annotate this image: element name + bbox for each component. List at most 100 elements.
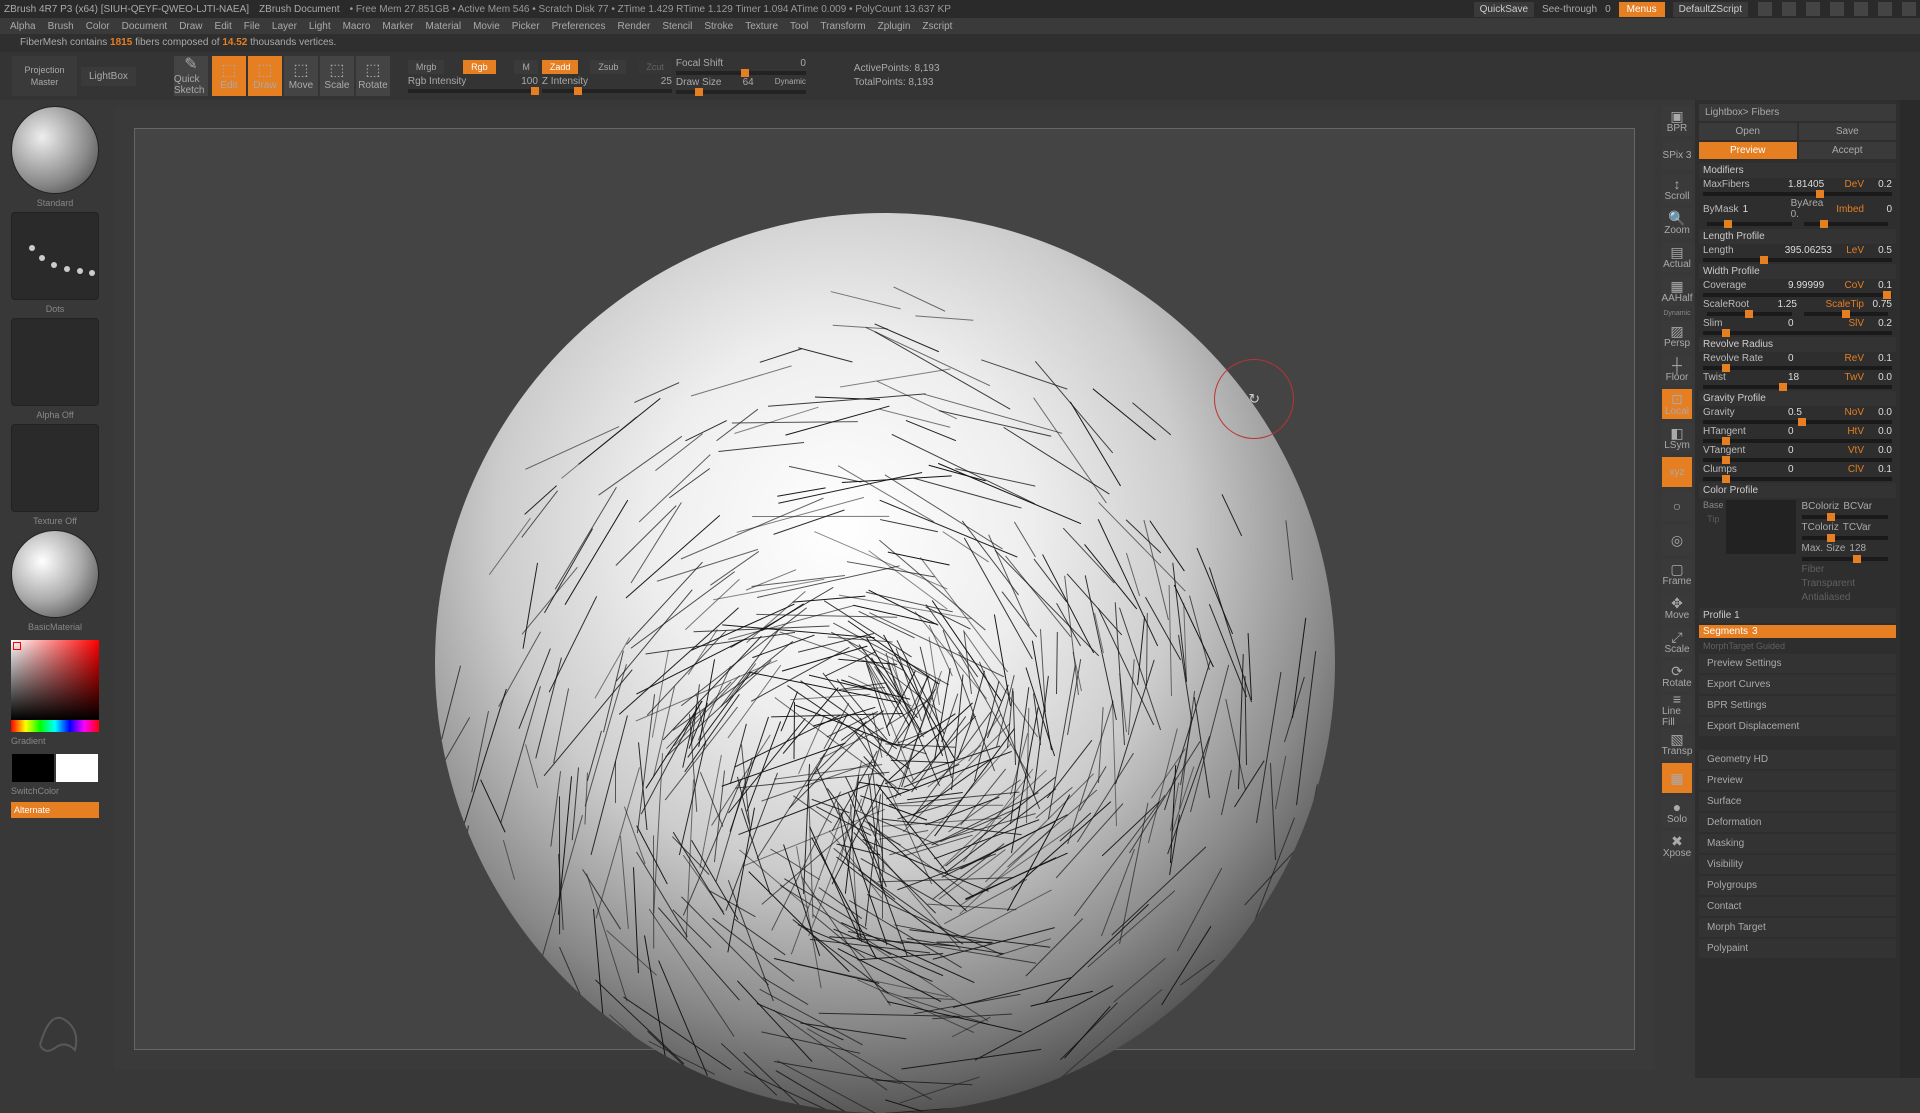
slider-bymask[interactable] (1707, 222, 1792, 226)
menu-picker[interactable]: Picker (508, 21, 544, 32)
gradient-label[interactable]: Gradient (11, 736, 99, 746)
slider-bymask[interactable] (1804, 222, 1889, 226)
maximize-icon[interactable] (1878, 2, 1892, 16)
defaultscript-button[interactable]: DefaultZScript (1673, 2, 1748, 17)
param-maxfibers[interactable]: MaxFibers1.81405DeV0.2 (1699, 178, 1896, 191)
menu-render[interactable]: Render (614, 21, 655, 32)
color-picker[interactable] (11, 640, 99, 720)
zsub-button[interactable]: Zsub (590, 60, 626, 74)
menu-layer[interactable]: Layer (268, 21, 301, 32)
edit-mode-button[interactable]: ⬚Edit (212, 56, 246, 96)
section-width-profile[interactable]: Width Profile (1699, 264, 1896, 279)
rgb-button[interactable]: Rgb (463, 60, 496, 74)
menus-button[interactable]: Menus (1619, 2, 1665, 17)
win-icon-3[interactable] (1806, 2, 1820, 16)
tool-visibility[interactable]: Visibility (1699, 855, 1896, 874)
seethrough-value[interactable]: 0 (1605, 4, 1611, 15)
segments-label[interactable]: Segments (1703, 626, 1748, 637)
minimize-icon[interactable] (1854, 2, 1868, 16)
win-icon-4[interactable] (1830, 2, 1844, 16)
tool-contact[interactable]: Contact (1699, 897, 1896, 916)
slider-htangent[interactable] (1703, 439, 1892, 443)
tool-geometry-hd[interactable]: Geometry HD (1699, 750, 1896, 769)
menu-brush[interactable]: Brush (44, 21, 78, 32)
slider-twist[interactable] (1703, 385, 1892, 389)
shelf-floor[interactable]: ┼Floor (1662, 355, 1692, 385)
menu-light[interactable]: Light (305, 21, 335, 32)
param-scaleroot[interactable]: ScaleRoot1.25ScaleTip0.75 (1699, 298, 1896, 311)
slider-scaleroot[interactable] (1707, 312, 1792, 316)
shelf-transp[interactable]: ▧Transp (1662, 729, 1692, 759)
slider-slim[interactable] (1703, 331, 1892, 335)
quicksave-button[interactable]: QuickSave (1474, 2, 1534, 17)
shelf-lsym[interactable]: ◧LSym (1662, 423, 1692, 453)
menu-preferences[interactable]: Preferences (548, 21, 610, 32)
alternate-button[interactable]: Alternate (11, 802, 99, 818)
quicksketch-button[interactable]: ✎Quick Sketch (174, 56, 208, 96)
swatch-white[interactable] (56, 754, 98, 782)
menu-stroke[interactable]: Stroke (700, 21, 737, 32)
draw-size-value[interactable]: 64 (743, 77, 754, 88)
tool-polypaint[interactable]: Polypaint (1699, 939, 1896, 958)
menu-color[interactable]: Color (82, 21, 114, 32)
shelf-icon[interactable]: ○ (1662, 491, 1692, 521)
slider-scaleroot[interactable] (1804, 312, 1889, 316)
move-mode-button[interactable]: ⬚Move (284, 56, 318, 96)
m-button[interactable]: M (514, 60, 538, 74)
section-color-profile[interactable]: Color Profile (1699, 483, 1896, 498)
shelf-frame[interactable]: ▢Frame (1662, 559, 1692, 589)
menu-alpha[interactable]: Alpha (6, 21, 40, 32)
preview-button[interactable]: Preview (1699, 142, 1797, 159)
shelf-move[interactable]: ✥Move (1662, 593, 1692, 623)
mrgb-button[interactable]: Mrgb (408, 60, 445, 74)
shelf-line-fill[interactable]: ≡Line Fill (1662, 695, 1692, 725)
preview-settings-button[interactable]: Preview Settings (1699, 654, 1896, 673)
texture-thumbnail[interactable] (11, 424, 99, 512)
base-label[interactable]: Base (1703, 500, 1724, 510)
menu-material[interactable]: Material (422, 21, 466, 32)
slider-length[interactable] (1703, 258, 1892, 262)
profile-label[interactable]: Profile 1 (1699, 608, 1896, 623)
shelf-actual[interactable]: ▤Actual (1662, 242, 1692, 272)
slider-coverage[interactable] (1703, 293, 1892, 297)
viewport[interactable] (114, 108, 1655, 1070)
param-twist[interactable]: Twist18TwV0.0 (1699, 371, 1896, 384)
close-icon[interactable] (1902, 2, 1916, 16)
slider-revolve rate[interactable] (1703, 366, 1892, 370)
alpha-thumbnail[interactable] (11, 318, 99, 406)
slider-maxfibers[interactable] (1703, 192, 1892, 196)
rgb-intensity-value[interactable]: 100 (521, 76, 538, 87)
hue-slider[interactable] (11, 720, 99, 732)
tool-polygroups[interactable]: Polygroups (1699, 876, 1896, 895)
rgb-intensity-slider[interactable] (408, 89, 538, 93)
material-thumbnail[interactable] (11, 530, 99, 618)
switchcolor-button[interactable]: SwitchColor (11, 786, 99, 796)
projection-master-button[interactable]: Projection Master (12, 56, 77, 96)
shelf-icon[interactable]: ◎ (1662, 525, 1692, 555)
win-icon-1[interactable] (1758, 2, 1772, 16)
shelf-aahalf[interactable]: ▦AAHalf (1662, 276, 1692, 306)
menu-draw[interactable]: Draw (175, 21, 206, 32)
panel-breadcrumb[interactable]: Lightbox> Fibers (1699, 104, 1896, 121)
focal-shift-value[interactable]: 0 (800, 58, 806, 69)
shelf-scale[interactable]: ⤢Scale (1662, 627, 1692, 657)
z-intensity-slider[interactable] (542, 89, 672, 93)
menu-marker[interactable]: Marker (378, 21, 417, 32)
shelf-xpose[interactable]: ✖Xpose (1662, 831, 1692, 861)
menu-tool[interactable]: Tool (786, 21, 812, 32)
param-coverage[interactable]: Coverage9.99999CoV0.1 (1699, 279, 1896, 292)
save-button[interactable]: Save (1799, 123, 1897, 140)
scale-mode-button[interactable]: ⬚Scale (320, 56, 354, 96)
menu-texture[interactable]: Texture (741, 21, 782, 32)
brush-thumbnail[interactable] (11, 106, 99, 194)
stroke-thumbnail[interactable] (11, 212, 99, 300)
tool-preview[interactable]: Preview (1699, 771, 1896, 790)
menu-zplugin[interactable]: Zplugin (874, 21, 915, 32)
slider-clumps[interactable] (1703, 477, 1892, 481)
section-revolve-radius[interactable]: Revolve Radius (1699, 337, 1896, 352)
tool-deformation[interactable]: Deformation (1699, 813, 1896, 832)
right-edge[interactable] (1900, 100, 1920, 1078)
open-button[interactable]: Open (1699, 123, 1797, 140)
section-gravity-profile[interactable]: Gravity Profile (1699, 391, 1896, 406)
menu-transform[interactable]: Transform (816, 21, 869, 32)
